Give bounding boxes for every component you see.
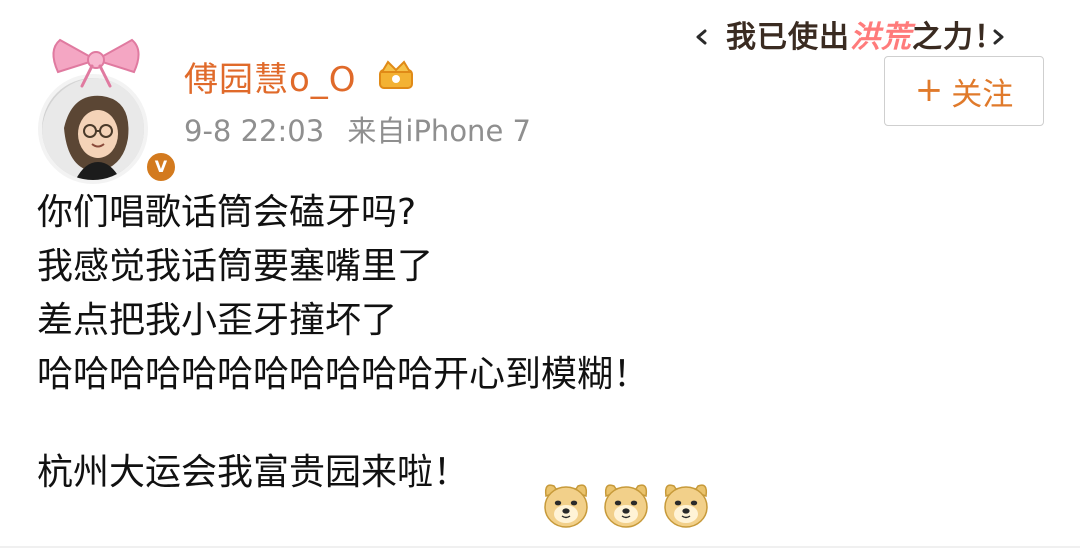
doge-emoji xyxy=(664,484,708,528)
avatar[interactable]: V xyxy=(36,30,178,184)
post-spacer xyxy=(37,402,1047,446)
verified-badge: V xyxy=(144,150,178,184)
post-source: 来自iPhone 7 xyxy=(347,114,531,148)
post-line: 差点把我小歪牙撞坏了 xyxy=(37,300,398,341)
emoji-row xyxy=(540,478,712,530)
crown-icon[interactable] xyxy=(374,56,418,92)
sparkle-icon xyxy=(696,29,707,45)
plus-icon: + xyxy=(914,69,944,110)
avatar-illustration xyxy=(42,78,144,180)
follow-button[interactable]: + 关注 xyxy=(884,56,1044,126)
bow-icon xyxy=(52,38,140,88)
post-line: 你们唱歌话筒会磕牙吗? xyxy=(37,192,417,233)
follow-label: 关注 xyxy=(951,76,1014,113)
post-timestamp: 9-8 22:03 xyxy=(184,114,325,148)
sticker-banner: 我已使出洪荒之力！ xyxy=(696,12,1004,56)
post-meta: 9-8 22:03 来自iPhone 7 xyxy=(184,108,531,150)
username[interactable]: 傅园慧o_O xyxy=(184,52,357,101)
post-line: 哈哈哈哈哈哈哈哈哈哈哈开心到模糊！ xyxy=(37,354,650,395)
sticker-banner-text: 我已使出洪荒之力！ xyxy=(726,20,1005,55)
avatar-photo xyxy=(38,74,148,184)
doge-emoji xyxy=(544,484,588,528)
sparkle-icon xyxy=(993,29,1004,45)
doge-emoji xyxy=(604,484,648,528)
post-line: 我感觉我话筒要塞嘴里了 xyxy=(37,246,434,287)
post-text: 你们唱歌话筒会磕牙吗? 我感觉我话筒要塞嘴里了 差点把我小歪牙撞坏了 哈哈哈哈哈… xyxy=(37,186,1047,500)
